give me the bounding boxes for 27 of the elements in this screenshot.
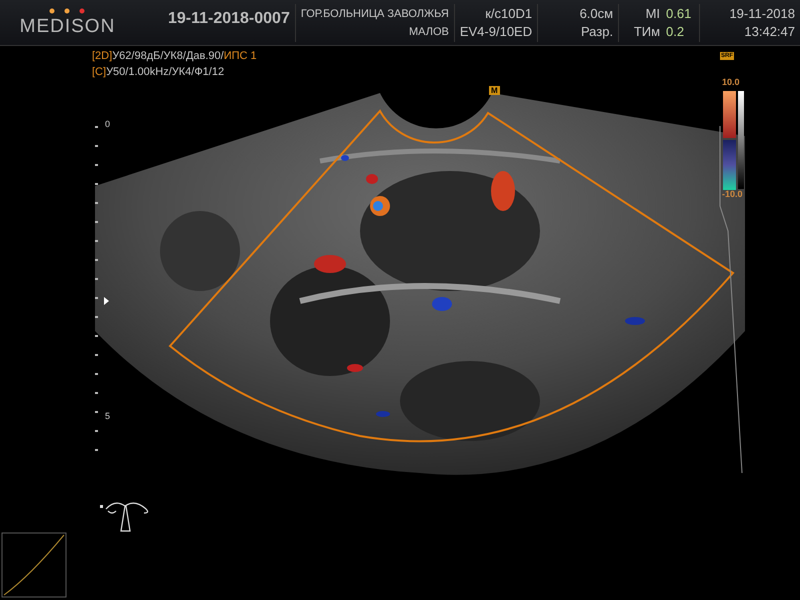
operator-name: МАЛОВ [408, 24, 449, 40]
focus-marker-icon [104, 297, 109, 305]
parameter-text: У62/98дБ/УК8/Дав.90/ [112, 49, 224, 64]
mi-value: 0.61 [666, 4, 692, 22]
depth-label: 0 [105, 119, 110, 129]
color-scale-min: -10.0 [722, 189, 743, 199]
probe-label: EV4-9/10ED [460, 22, 532, 40]
parameter-text: У50/1.00kHz/УК4/Ф1/12 [106, 65, 224, 80]
hospital-name: ГОР.БОЛЬНИЦА ЗАВОЛЖЬЯ [300, 6, 449, 22]
uterus-icon [100, 502, 148, 532]
resolution-label: Разр. [580, 22, 614, 40]
orientation-marker: M [489, 86, 500, 95]
color-scale-max: 10.0 [722, 77, 740, 87]
date-text: 19-11-2018 [729, 4, 795, 22]
depth-label: 5 [105, 411, 110, 421]
patient-id: 19-11-2018-0007 [168, 10, 290, 28]
parameter-extra: ИПС 1 [224, 49, 257, 64]
mi-label: MI [646, 4, 660, 22]
ti-label: ТИм [634, 22, 660, 40]
mode-tag: [C] [92, 64, 106, 80]
ti-value: 0.2 [666, 22, 686, 40]
depth-value: 6.0см [580, 4, 614, 22]
logo-text: MEDISON [20, 16, 116, 38]
mode-tag: [2D] [92, 48, 112, 64]
logo-dots-icon [47, 8, 88, 14]
time-text: 13:42:47 [744, 22, 795, 40]
preset-label: к/с10D1 [485, 4, 532, 22]
